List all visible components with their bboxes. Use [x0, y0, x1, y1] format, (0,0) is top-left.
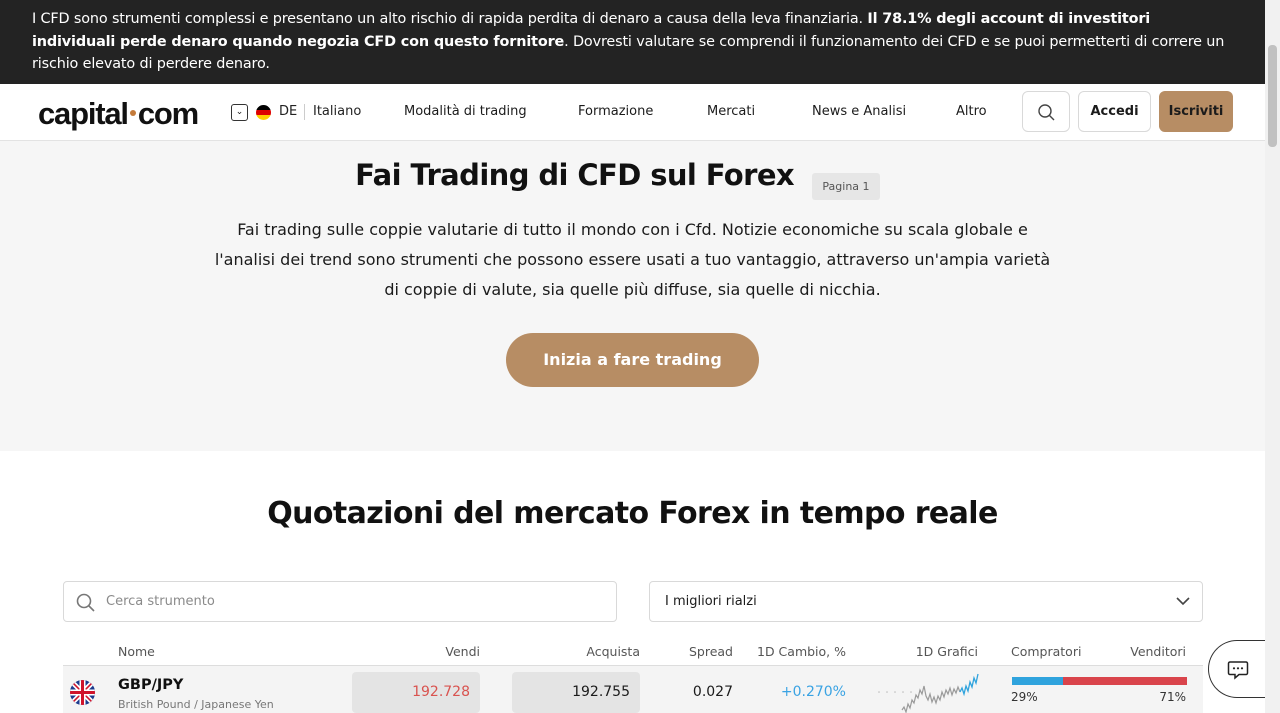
column-header-buyers: Compratori: [1011, 644, 1082, 659]
buyers-percentage: 29%: [1011, 690, 1038, 704]
chevron-down-icon: [1176, 597, 1190, 606]
risk-text-1: I CFD sono strumenti complessi e present…: [32, 11, 868, 27]
scrollbar-thumb[interactable]: [1268, 45, 1277, 147]
language-selector[interactable]: Italiano: [313, 104, 361, 119]
search-icon: [1038, 104, 1055, 121]
sentiment-buyers-fill: [1012, 677, 1063, 685]
site-header: capital com ⌄ DE Italiano Modalità di tra…: [0, 84, 1265, 141]
capital-logo[interactable]: capital com: [38, 96, 199, 132]
sparkline-grey-line: [901, 685, 961, 713]
sort-dropdown[interactable]: I migliori rialzi: [649, 581, 1203, 622]
column-header-chart: 1D Grafici: [915, 644, 978, 659]
page-scrollbar[interactable]: [1265, 0, 1280, 713]
login-button[interactable]: Accedi: [1078, 91, 1151, 132]
column-header-name[interactable]: Nome: [118, 644, 155, 659]
nav-item-markets[interactable]: Mercati: [707, 104, 755, 119]
language-divider: [304, 104, 305, 120]
nav-item-more[interactable]: Altro: [956, 104, 987, 119]
sparkline-baseline-dots: [878, 691, 912, 693]
spread-value: 0.027: [692, 684, 733, 700]
logo-text-b: com: [137, 96, 199, 131]
start-trading-button[interactable]: Inizia a fare trading: [506, 333, 759, 387]
page-title: Fai Trading di CFD sul Forex: [355, 158, 794, 192]
sort-selected-value: I migliori rialzi: [665, 594, 757, 609]
column-header-spread[interactable]: Spread: [648, 644, 733, 659]
instrument-search-input[interactable]: [106, 582, 606, 621]
buy-price-button[interactable]: 192.755: [512, 672, 640, 713]
search-icon: [76, 593, 95, 612]
daily-change-value: +0.270%: [780, 684, 846, 700]
logo-dot: [129, 109, 136, 116]
germany-flag-icon[interactable]: [256, 105, 271, 120]
risk-warning-banner: I CFD sono strumenti complessi e present…: [0, 0, 1265, 84]
sparkline-blue-line: [959, 673, 979, 697]
country-code[interactable]: DE: [279, 104, 297, 119]
column-header-change[interactable]: 1D Cambio, %: [740, 644, 846, 659]
instrument-search-box[interactable]: [63, 581, 617, 622]
uk-flag-icon: [70, 680, 95, 705]
instrument-name: British Pound / Japanese Yen: [118, 698, 274, 711]
logo-text-a: capital: [38, 96, 129, 131]
column-header-sell[interactable]: Vendi: [380, 644, 480, 659]
header-search-button[interactable]: [1022, 91, 1070, 132]
signup-button[interactable]: Iscriviti: [1159, 91, 1233, 132]
sell-price-button[interactable]: 192.728: [352, 672, 480, 713]
chevron-down-icon[interactable]: ⌄: [231, 104, 248, 121]
market-section-title: Quotazioni del mercato Forex in tempo re…: [267, 496, 998, 531]
column-header-sellers: Venditori: [1130, 644, 1186, 659]
sentiment-bar: [1012, 677, 1187, 685]
sparkline-chart: [878, 673, 979, 713]
chat-icon: [1227, 661, 1249, 680]
instrument-symbol[interactable]: GBP/JPY: [118, 677, 183, 693]
hero-description: Fai trading sulle coppie valutarie di tu…: [214, 220, 1051, 299]
nav-item-education[interactable]: Formazione: [578, 104, 653, 119]
sellers-percentage: 71%: [1159, 690, 1186, 704]
column-header-buy[interactable]: Acquista: [540, 644, 640, 659]
nav-item-trading-modes[interactable]: Modalità di trading: [404, 104, 527, 119]
page-badge: Pagina 1: [812, 173, 880, 200]
hero-section: Fai Trading di CFD sul Forex Pagina 1 Fa…: [0, 141, 1265, 451]
nav-item-news-analysis[interactable]: News e Analisi: [812, 104, 906, 119]
